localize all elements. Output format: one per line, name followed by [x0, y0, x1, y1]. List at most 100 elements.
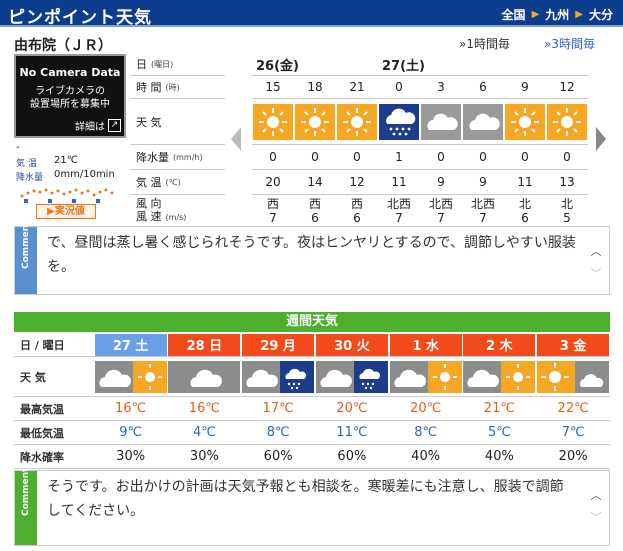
row-max: 最高気温 16℃ 16℃ 17℃ 20℃ 20℃ 21℃ 22℃ [14, 397, 610, 421]
breadcrumb-item-national[interactable]: 全国 [502, 6, 526, 23]
next-arrow-icon[interactable] [594, 125, 608, 153]
day-label: 1 水 [389, 333, 462, 356]
hour-cell: 18 [307, 80, 323, 94]
row-rain: 降水確率 30% 30% 60% 60% 40% 40% 20% [14, 445, 610, 469]
min-temp-cell: 9℃ [119, 425, 143, 440]
wind-direction: 北 [518, 196, 531, 211]
label-rain: 降水確率 [20, 450, 64, 464]
day-cell: 3 金 [536, 333, 610, 356]
sun-icon [337, 103, 377, 140]
sun-icon [505, 103, 545, 140]
rain-prob-cell: 40% [411, 449, 441, 464]
day-label: 2 木 [463, 333, 536, 356]
temp-cell: 11 [391, 175, 407, 189]
row-weekly-weather: 天 気 [14, 357, 610, 397]
observation-button[interactable]: ▶実況値 [36, 204, 96, 219]
day-cell: 27 土 [94, 333, 168, 356]
obs-precip-label: 降水量 [16, 173, 44, 183]
hour-cell: 12 [559, 80, 575, 94]
wind-cell: 北6 [504, 195, 546, 226]
row-days: 日 / 曜日 27 土 28 日 29 月 30 火1 水2 木3 金 [14, 333, 610, 357]
temp-cell: 9 [437, 175, 445, 189]
temp-cell: 20 [265, 175, 281, 189]
min-temp-cell: 11℃ [336, 425, 368, 440]
prev-arrow-icon[interactable] [229, 125, 243, 153]
step-1h-link[interactable]: »1時間毎 [459, 35, 510, 52]
wind-direction: 西 [308, 196, 321, 211]
hour-cell: 6 [479, 80, 487, 94]
day-cell: 28 日 [168, 333, 242, 356]
label-precip: 降水量 (mm/h) [130, 145, 225, 170]
camera-message: ライブカメラの 設置場所を募集中 [30, 86, 110, 110]
temp-cell: 11 [517, 175, 533, 189]
label-max: 最高気温 [20, 402, 64, 416]
day-label: 29 月 [242, 333, 315, 356]
weekly-title: 週間天気 [14, 312, 610, 332]
date-cell: 27(土) [382, 58, 425, 74]
wind-direction: 西 [266, 196, 279, 211]
day-cell: 1 水 [389, 333, 463, 356]
cloud-icon [463, 103, 503, 140]
rain-prob-cell: 60% [337, 449, 367, 464]
step-3h-link[interactable]: »3時間毎 [544, 35, 595, 52]
comment-text: で、昼間は蒸し暑く感じられそうです。夜はヒンヤリとするので、調節しやすい服装を。 [47, 235, 576, 275]
cloud-rain-icon [315, 357, 389, 396]
wind-direction: 西 [350, 196, 363, 211]
label-wind-speed: 風 速 (m/s) [136, 210, 187, 223]
max-temp-cell: 21℃ [483, 401, 515, 416]
comment-tab: Comment [15, 220, 37, 294]
wind-speed: 5 [563, 210, 571, 225]
hour-cell: 21 [349, 80, 365, 94]
precip-cell: 0 [521, 150, 529, 164]
comment-box-weekly: Comment そうです。お出かけの計画は天気予報とも相談を。寒暖差にも注意し、… [14, 468, 610, 546]
max-temp-cell: 17℃ [262, 401, 294, 416]
label-weather: 天 気 [130, 99, 225, 145]
precip-cell: 0 [563, 150, 571, 164]
max-temp-cell: 20℃ [336, 401, 368, 416]
wind-speed: 6 [521, 210, 529, 225]
scroll-down-icon[interactable]: ﹀ [587, 265, 605, 280]
scroll-down-icon[interactable]: ﹀ [587, 509, 605, 524]
rain-icon [379, 103, 419, 140]
page-title: ピンポイント天気 [8, 8, 152, 28]
precip-cell: 0 [479, 150, 487, 164]
wind-speed: 6 [353, 210, 361, 225]
temp-cell: 14 [307, 175, 323, 189]
comment-tab: Comment [15, 468, 37, 545]
wind-cell: 西7 [252, 195, 294, 226]
hour-cell: 3 [437, 80, 445, 94]
breadcrumb-item-oita[interactable]: 大分 [589, 6, 613, 23]
observation-chart-icon [20, 188, 114, 203]
row-dates: 26(金) 27(土) [252, 53, 588, 76]
temp-cell: 9 [479, 175, 487, 189]
row-hours: 15 18 21 0 3 6 9 12 [252, 76, 588, 99]
scroll-up-icon[interactable]: ︿ [587, 243, 605, 258]
weather-cell [252, 99, 294, 144]
label-wind: 風 向 風 速 (m/s) [130, 195, 225, 227]
rain-prob-cell: 20% [558, 449, 588, 464]
camera-detail-link[interactable]: 詳細は ↗ [75, 118, 121, 133]
temp-cell: 13 [559, 175, 575, 189]
observation-dash: - [16, 142, 20, 153]
day-cell: 30 火 [315, 333, 389, 356]
wind-speed: 7 [437, 210, 445, 225]
camera-title: No Camera Data [19, 66, 121, 79]
rain-prob-cell: 40% [484, 449, 514, 464]
min-temp-cell: 8℃ [266, 425, 290, 440]
row-precip: 0 0 0 1 0 0 0 0 [252, 145, 588, 170]
day-label: 27 土 [94, 333, 167, 356]
day-label: 3 金 [537, 333, 610, 356]
hour-cell: 0 [395, 80, 403, 94]
cloud-icon [168, 357, 242, 396]
live-camera-box: No Camera Data ライブカメラの 設置場所を募集中 詳細は ↗ [14, 54, 126, 138]
cloud-icon [421, 103, 461, 140]
breadcrumb-item-kyushu[interactable]: 九州 [545, 6, 569, 23]
min-temp-cell: 4℃ [192, 425, 216, 440]
wind-cell: 北西 7 [462, 195, 504, 226]
wind-cell: 西6 [336, 195, 378, 226]
label-temp: 気 温 (℃) [130, 170, 225, 195]
weather-cell [420, 99, 462, 144]
external-link-icon: ↗ [108, 119, 121, 132]
scroll-up-icon[interactable]: ︿ [587, 487, 605, 502]
max-temp-cell: 22℃ [557, 401, 589, 416]
